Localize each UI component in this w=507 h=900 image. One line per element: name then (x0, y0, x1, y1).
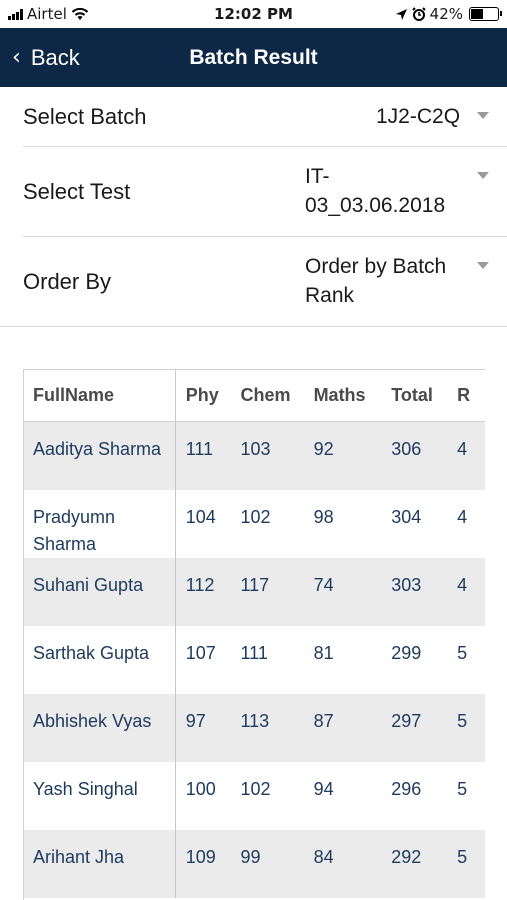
cell-extra: 5 (447, 693, 485, 762)
table-row[interactable]: Yash Singhal 100 102 94 296 5 (23, 761, 485, 830)
cell-chem: 117 (230, 557, 304, 626)
cell-chem: 111 (240, 642, 268, 663)
cell-phy: 112 (175, 557, 231, 626)
cell-fullname: Abhishek Vyas (23, 693, 176, 762)
fullname-line1: Abhishek Vyas (33, 710, 152, 731)
cell-fullname: Suhani Gupta (23, 557, 176, 626)
fullname-line1: Sarthak Gupta (33, 642, 150, 663)
header-maths[interactable]: Maths (303, 369, 382, 422)
cell-phy: 109 (175, 829, 231, 898)
cell-total: 297 (381, 693, 448, 762)
cell-extra: 5 (457, 778, 468, 799)
table-row[interactable]: Sarthak Gupta 107 111 81 299 5 (23, 625, 485, 694)
cell-maths: 84 (303, 829, 382, 898)
cell-extra: 4 (457, 506, 468, 527)
results-table: FullName Phy Chem Maths Total R Aaditya … (23, 369, 485, 898)
cell-maths: 87 (303, 693, 382, 762)
cell-maths: 92 (303, 421, 382, 490)
table-header-row: FullName Phy Chem Maths Total R (23, 369, 485, 422)
fullname-line1: Arihant Jha (33, 846, 125, 867)
fullname-line2: Sharma (33, 533, 97, 554)
table-row[interactable]: Arihant Jha 109 99 84 292 5 (23, 829, 485, 898)
header-chem[interactable]: Chem (230, 369, 304, 422)
cell-total: 296 (391, 778, 422, 799)
fullname-line1: Pradyumn (33, 506, 116, 527)
cell-extra: 4 (447, 421, 485, 490)
cell-phy: 111 (175, 421, 231, 490)
cell-maths: 94 (313, 778, 334, 799)
table-row[interactable]: Aaditya Sharma 111 103 92 306 4 (23, 421, 485, 490)
cell-total: 303 (381, 557, 448, 626)
table-row[interactable]: Abhishek Vyas 97 113 87 297 5 (23, 693, 485, 762)
cell-maths: 74 (303, 557, 382, 626)
results-table-viewport[interactable]: FullName Phy Chem Maths Total R Aaditya … (0, 0, 485, 900)
fullname-line1: Yash Singhal (33, 778, 138, 799)
cell-fullname: Arihant Jha (23, 829, 176, 898)
cell-phy: 107 (185, 642, 216, 663)
cell-chem: 113 (230, 693, 304, 762)
cell-chem: 102 (240, 506, 271, 527)
cell-maths: 98 (313, 506, 334, 527)
cell-maths: 81 (313, 642, 334, 663)
cell-extra: 4 (447, 557, 485, 626)
header-total[interactable]: Total (381, 369, 448, 422)
header-fullname[interactable]: FullName (23, 369, 176, 422)
cell-chem: 103 (230, 421, 304, 490)
cell-fullname: Aaditya Sharma (23, 421, 176, 490)
cell-fullname: Pradyumn Sharma (23, 489, 176, 558)
cell-fullname: Sarthak Gupta (23, 625, 176, 694)
table-row[interactable]: Pradyumn Sharma 104 102 98 304 4 (23, 489, 485, 558)
cell-phy: 104 (185, 506, 216, 527)
cell-chem: 102 (240, 778, 271, 799)
fullname-line1: Aaditya Sharma (33, 439, 162, 459)
cell-total: 292 (381, 829, 448, 898)
header-phy[interactable]: Phy (175, 369, 231, 422)
cell-fullname: Yash Singhal (23, 761, 176, 830)
cell-phy: 97 (175, 693, 231, 762)
cell-phy: 100 (185, 778, 216, 799)
cell-total: 299 (391, 642, 422, 663)
header-extra[interactable]: R (447, 369, 485, 422)
cell-total: 306 (381, 421, 448, 490)
cell-total: 304 (391, 506, 422, 527)
fullname-line1: Suhani Gupta (33, 574, 144, 595)
cell-extra: 5 (447, 829, 485, 898)
cell-extra: 5 (457, 642, 468, 663)
cell-chem: 99 (230, 829, 304, 898)
table-row[interactable]: Suhani Gupta 112 117 74 303 4 (23, 557, 485, 626)
